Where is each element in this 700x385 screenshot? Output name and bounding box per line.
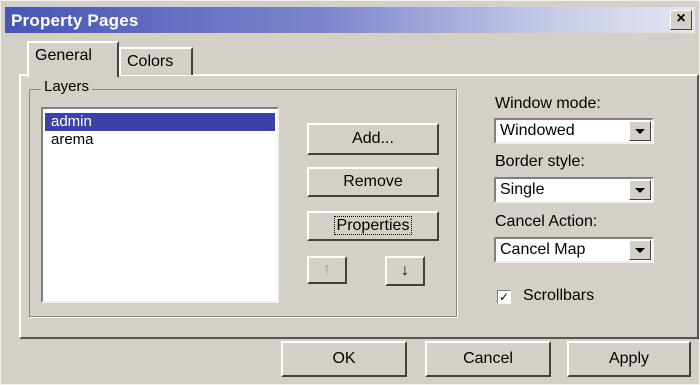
title-bar[interactable]: Property Pages ×	[5, 7, 695, 33]
list-item[interactable]: admin	[45, 113, 275, 131]
border-style-select[interactable]: Single	[494, 177, 654, 203]
cancel-label: Cancel	[463, 350, 513, 367]
chevron-down-icon[interactable]	[629, 180, 651, 200]
move-up-button[interactable]: ↑	[307, 256, 347, 284]
arrow-down-icon: ↓	[401, 262, 409, 279]
border-style-value: Single	[500, 181, 545, 198]
chevron-down-icon[interactable]	[629, 240, 651, 260]
window-mode-select[interactable]: Windowed	[494, 118, 654, 144]
window-mode-value: Windowed	[500, 122, 575, 139]
ok-label: OK	[332, 350, 356, 367]
close-icon: ×	[676, 10, 686, 27]
tab-general[interactable]: General	[27, 41, 119, 77]
list-item[interactable]: arema	[45, 131, 275, 149]
layer-properties-button[interactable]: Properties	[307, 211, 439, 241]
tab-general-label: General	[35, 47, 92, 64]
checkmark-icon: ✓	[498, 290, 510, 304]
move-down-button[interactable]: ↓	[385, 256, 425, 286]
cancel-action-label: Cancel Action:	[495, 213, 598, 230]
close-button[interactable]: ×	[670, 10, 692, 30]
window-mode-label: Window mode:	[495, 95, 601, 112]
layers-list[interactable]: admin arema	[41, 107, 279, 303]
window-title: Property Pages	[11, 11, 139, 30]
cancel-action-select[interactable]: Cancel Map	[494, 237, 654, 263]
apply-button[interactable]: Apply	[567, 341, 691, 377]
border-style-label: Border style:	[495, 153, 585, 170]
cancel-button[interactable]: Cancel	[425, 341, 551, 377]
property-pages-dialog: Property Pages × General Colors Layers a…	[0, 0, 700, 385]
add-layer-label: Add...	[352, 130, 394, 147]
tab-colors[interactable]: Colors	[119, 47, 193, 75]
add-layer-button[interactable]: Add...	[307, 123, 439, 155]
arrow-up-icon: ↑	[323, 261, 331, 278]
remove-layer-label: Remove	[343, 173, 403, 190]
ok-button[interactable]: OK	[281, 341, 407, 377]
apply-label: Apply	[608, 350, 650, 367]
tab-colors-label: Colors	[127, 53, 174, 70]
remove-layer-button[interactable]: Remove	[307, 167, 439, 197]
layers-group-label: Layers	[41, 78, 93, 95]
chevron-down-icon[interactable]	[629, 121, 651, 141]
scrollbars-checkbox[interactable]: ✓	[497, 290, 511, 304]
layer-properties-label: Properties	[333, 216, 413, 235]
cancel-action-value: Cancel Map	[500, 241, 586, 258]
scrollbars-label: Scrollbars	[523, 287, 595, 304]
